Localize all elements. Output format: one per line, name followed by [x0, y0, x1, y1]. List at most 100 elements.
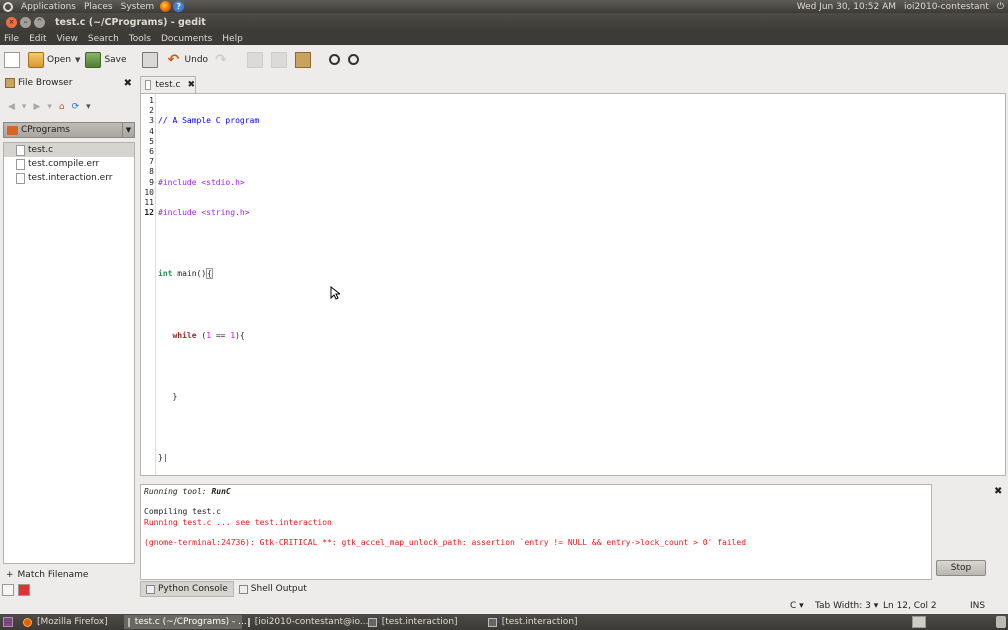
home-icon[interactable]: ⌂: [59, 102, 65, 112]
replace-button[interactable]: [348, 54, 362, 65]
places-menu[interactable]: Places: [80, 2, 117, 12]
back-dropdown-icon[interactable]: ▾: [22, 102, 27, 112]
menu-documents[interactable]: Documents: [156, 34, 217, 44]
file-item-test-compile-err[interactable]: test.compile.err: [4, 157, 134, 171]
menu-search[interactable]: Search: [83, 34, 124, 44]
firefox-icon: [23, 617, 32, 627]
file-browser-tab-icon[interactable]: [18, 584, 30, 596]
save-button[interactable]: Save: [85, 51, 127, 68]
code-line-4: #include <string.h>: [158, 208, 250, 218]
trash-icon[interactable]: [996, 616, 1006, 628]
redo-button[interactable]: ↷: [213, 52, 232, 68]
code-text[interactable]: // A Sample C program #include <stdio.h>…: [156, 94, 259, 475]
system-menu[interactable]: System: [117, 2, 159, 12]
cut-button[interactable]: [247, 51, 266, 68]
document-icon: [145, 80, 152, 90]
side-panel-tabs: [2, 583, 34, 597]
find-button[interactable]: [329, 54, 343, 65]
open-dropdown-icon[interactable]: ▼: [75, 56, 80, 64]
undo-icon: ↶: [167, 51, 180, 68]
paste-icon: [295, 51, 312, 68]
menu-view[interactable]: View: [52, 34, 83, 44]
side-panel-close-icon[interactable]: ✖: [124, 78, 132, 89]
tab-test-c[interactable]: test.c ✖: [140, 76, 196, 93]
terminal-icon: [367, 617, 377, 627]
match-filename-toggle[interactable]: + Match Filename: [2, 569, 136, 581]
python-icon: [146, 584, 155, 594]
ubuntu-logo-icon[interactable]: [3, 1, 13, 12]
file-item-test-interaction-err[interactable]: test.interaction.err: [4, 171, 134, 185]
undo-label: Undo: [184, 54, 209, 65]
workspace-switcher-icon[interactable]: [912, 616, 926, 628]
tab-label: Shell Output: [250, 584, 307, 594]
applications-menu[interactable]: Applications: [17, 2, 80, 12]
tab-width-selector[interactable]: Tab Width: 3 ▾: [815, 601, 878, 611]
task-firefox[interactable]: [Mozilla Firefox]: [19, 615, 112, 629]
menubar: File Edit View Search Tools Documents He…: [0, 32, 1008, 45]
running-tool-line: Running tool: RunC: [144, 487, 231, 496]
side-panel-title: File Browser: [18, 78, 73, 88]
folder-icon: [7, 125, 18, 135]
bottom-panel-close-icon[interactable]: ✖: [994, 486, 1002, 497]
code-line-1: // A Sample C program: [158, 116, 260, 126]
paste-button[interactable]: [295, 51, 314, 68]
menu-edit[interactable]: Edit: [24, 34, 51, 44]
copy-button[interactable]: [271, 51, 290, 68]
new-button[interactable]: [4, 51, 23, 68]
refresh-icon[interactable]: ⟳: [72, 102, 80, 112]
clock[interactable]: Wed Jun 30, 10:52 AM: [793, 2, 900, 12]
tab-shell-output[interactable]: Shell Output: [234, 581, 312, 597]
language-selector[interactable]: C ▾: [790, 601, 804, 611]
forward-dropdown-icon[interactable]: ▾: [47, 102, 52, 112]
maximize-window-button[interactable]: ^: [34, 17, 45, 28]
minimize-window-button[interactable]: –: [20, 17, 31, 28]
window-titlebar: × – ^ test.c (~/CPrograms) - gedit: [0, 13, 1008, 32]
side-panel-header: File Browser ✖: [2, 75, 136, 91]
back-icon[interactable]: ◀: [8, 102, 15, 112]
bottom-panel-tabs: Python Console Shell Output: [140, 581, 312, 597]
terminal-icon: [247, 617, 250, 627]
code-editor[interactable]: 1 2 3 4 5 6 7 8 9 10 11 12 // A Sample C program #i…: [140, 93, 1006, 476]
cursor-position: Ln 12, Col 2: [883, 601, 937, 611]
task-terminal[interactable]: [ioi2010-contestant@io...: [244, 615, 368, 629]
filter-dropdown-icon[interactable]: ▾: [86, 102, 91, 112]
new-document-icon: [4, 51, 20, 68]
show-desktop-icon[interactable]: [3, 617, 13, 627]
power-icon[interactable]: ⏻: [993, 2, 1008, 12]
close-window-button[interactable]: ×: [6, 17, 17, 28]
output-line-error: (gnome-terminal:24736): Gtk-CRITICAL **:…: [144, 538, 747, 548]
open-button[interactable]: Open ▼: [28, 51, 80, 68]
print-button[interactable]: [141, 51, 161, 68]
line-numbers: 1 2 3 4 5 6 7 8 9 10 11 12: [141, 94, 156, 475]
forward-icon[interactable]: ▶: [33, 102, 40, 112]
user-menu[interactable]: ioi2010-contestant: [900, 2, 993, 12]
file-icon: [16, 144, 25, 156]
code-line-12: }|: [158, 453, 168, 463]
save-icon: [85, 51, 102, 68]
file-browser-icon: [5, 78, 15, 88]
task-test-interaction-2[interactable]: [test.interaction]: [484, 615, 602, 629]
window-title: test.c (~/CPrograms) - gedit: [55, 17, 206, 28]
task-test-interaction-1[interactable]: [test.interaction]: [364, 615, 482, 629]
chevron-down-icon[interactable]: ▼: [122, 123, 134, 137]
close-tab-icon[interactable]: ✖: [187, 80, 195, 90]
menu-tools[interactable]: Tools: [124, 34, 156, 44]
undo-button[interactable]: ↶ Undo: [166, 51, 209, 68]
help-icon[interactable]: ?: [173, 1, 185, 12]
tab-label: Python Console: [158, 584, 228, 594]
folder-selector[interactable]: CPrograms ▼: [3, 122, 135, 138]
file-name: test.compile.err: [28, 159, 100, 169]
stop-button[interactable]: Stop: [936, 560, 986, 576]
shell-output: Running tool: RunC Compiling test.c Runni…: [140, 484, 932, 580]
task-gedit[interactable]: test.c (~/CPrograms) - ...: [123, 615, 247, 629]
file-item-test-c[interactable]: test.c: [4, 143, 134, 157]
menu-file[interactable]: File: [0, 34, 24, 44]
documents-tab-icon[interactable]: [2, 584, 14, 596]
tab-python-console[interactable]: Python Console: [140, 581, 234, 597]
menu-help[interactable]: Help: [217, 34, 248, 44]
firefox-icon[interactable]: [160, 1, 172, 12]
gedit-icon: [127, 617, 130, 627]
